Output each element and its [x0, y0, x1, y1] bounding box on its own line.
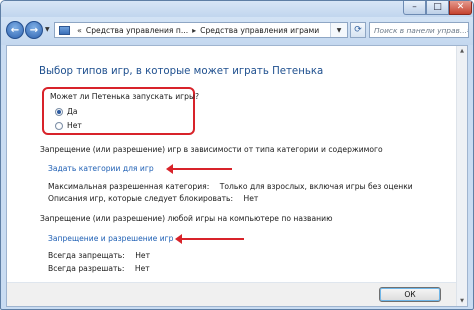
- recent-pages-chevron-icon[interactable]: ▼: [45, 26, 50, 33]
- annotation-arrow-ratings: [166, 164, 232, 174]
- always-block-value: Нет: [135, 251, 151, 260]
- ok-button[interactable]: ОК: [379, 287, 441, 302]
- rating-section-description: Запрещение (или разрешение) игр в зависи…: [40, 145, 383, 154]
- dialog-footer: ОК: [7, 283, 458, 306]
- forward-arrow-icon[interactable]: →: [25, 21, 43, 39]
- radio-no-label[interactable]: Нет: [67, 121, 82, 130]
- always-allow-value: Нет: [134, 264, 150, 273]
- always-block-row: Всегда запрещать: Нет: [48, 251, 150, 260]
- breadcrumb-item-parental-controls[interactable]: Средства управления п...: [86, 26, 188, 35]
- specific-games-section-description: Запрещение (или разрешение) любой игры н…: [40, 214, 333, 223]
- max-rating-label: Максимальная разрешенная категория:: [48, 182, 210, 191]
- breadcrumb-separator-icon[interactable]: «: [77, 26, 82, 35]
- blocked-descriptors-label: Описания игр, которые следует блокироват…: [48, 194, 234, 203]
- address-bar[interactable]: « Средства управления п... ▸ Средства уп…: [54, 22, 348, 38]
- max-rating-value: Только для взрослых, включая игры без оц…: [219, 182, 413, 191]
- set-game-ratings-link[interactable]: Задать категории для игр: [48, 164, 154, 173]
- page-title: Выбор типов игр, в которые может играть …: [39, 66, 324, 77]
- search-placeholder: Поиск в панели управ...: [374, 25, 467, 35]
- back-arrow-icon[interactable]: ←: [6, 21, 24, 39]
- refresh-icon[interactable]: ⟳: [350, 22, 366, 38]
- search-input[interactable]: Поиск в панели управ... ⌕: [369, 22, 469, 38]
- main-content: Выбор типов игр, в которые может играть …: [6, 45, 468, 307]
- always-block-label: Всегда запрещать:: [48, 251, 125, 260]
- radio-option-no[interactable]: Нет: [55, 121, 82, 130]
- always-allow-label: Всегда разрешать:: [48, 264, 125, 273]
- game-permission-question: Может ли Петенька запускать игры?: [50, 92, 199, 101]
- radio-option-yes[interactable]: Да: [55, 107, 78, 116]
- vertical-scrollbar[interactable]: ▲ ▼: [456, 46, 467, 306]
- blocked-descriptors-value: Нет: [243, 194, 259, 203]
- control-panel-window: – □ ✕ ← → ▼ « Средства управления п... ▸…: [0, 0, 474, 310]
- search-icon[interactable]: ⌕: [467, 25, 468, 35]
- max-rating-row: Максимальная разрешенная категория: Толь…: [48, 182, 413, 191]
- scroll-up-icon[interactable]: ▲: [458, 47, 466, 55]
- always-allow-row: Всегда разрешать: Нет: [48, 264, 150, 273]
- maximize-icon[interactable]: □: [426, 1, 449, 15]
- close-icon[interactable]: ✕: [449, 1, 472, 15]
- minimize-icon[interactable]: –: [403, 1, 426, 15]
- address-dropdown-chevron-icon[interactable]: ▼: [330, 23, 347, 37]
- navigation-bar: ← → ▼ « Средства управления п... ▸ Средс…: [1, 17, 473, 45]
- radio-no-button[interactable]: [55, 121, 63, 130]
- scroll-down-icon[interactable]: ▼: [458, 297, 466, 305]
- control-panel-icon: [59, 25, 70, 35]
- title-bar: – □ ✕: [1, 1, 473, 17]
- annotation-arrow-games: [175, 234, 244, 244]
- block-allow-games-link[interactable]: Запрещение и разрешение игр: [48, 234, 174, 243]
- radio-yes-button[interactable]: [55, 107, 63, 116]
- radio-yes-label[interactable]: Да: [67, 107, 78, 116]
- blocked-descriptors-row: Описания игр, которые следует блокироват…: [48, 194, 258, 203]
- breadcrumb-separator-icon[interactable]: ▸: [192, 26, 196, 35]
- breadcrumb-item-game-controls[interactable]: Средства управления играми: [200, 26, 319, 35]
